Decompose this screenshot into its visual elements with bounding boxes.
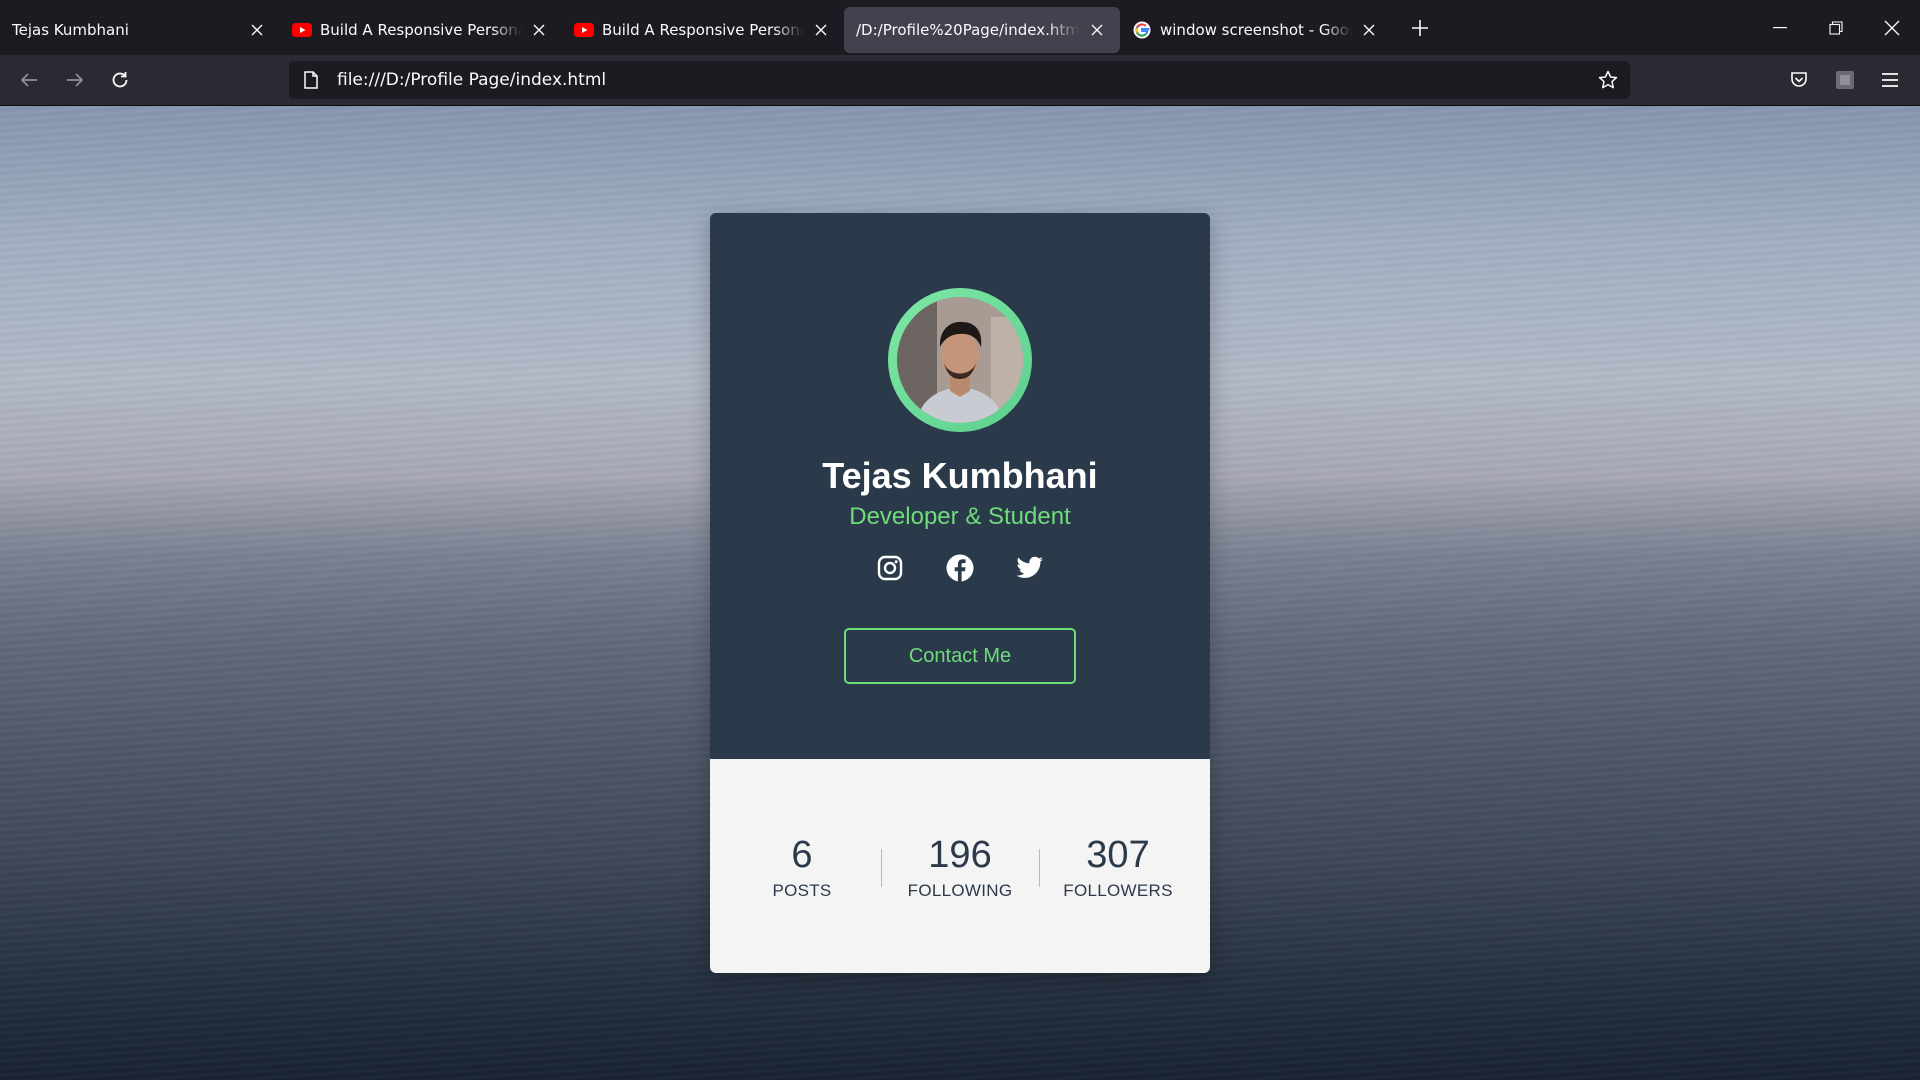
window-close-button[interactable]: [1864, 0, 1920, 55]
profile-role: Developer & Student: [849, 503, 1071, 530]
plus-icon: [1412, 19, 1428, 36]
instagram-icon[interactable]: [875, 553, 905, 583]
tab-title: /D:/Profile%20Page/index.html: [856, 20, 1080, 39]
minimize-icon: [1773, 26, 1787, 28]
close-icon[interactable]: [246, 19, 268, 41]
reload-button[interactable]: [102, 62, 138, 98]
social-links: [710, 553, 1210, 583]
extension-icon: [1836, 71, 1854, 89]
reload-icon: [112, 72, 128, 88]
stat-value: 6: [791, 834, 813, 876]
stat-label: FOLLOWING: [907, 881, 1013, 900]
stat-following: 196 FOLLOWING: [881, 833, 1039, 901]
profile-name: Tejas Kumbhani: [822, 455, 1098, 496]
tab-youtube-2[interactable]: Build A Responsive Personal Por: [562, 7, 844, 53]
tab-profile-page[interactable]: /D:/Profile%20Page/index.html: [844, 6, 1120, 53]
stat-followers: 307 FOLLOWERS: [1039, 833, 1197, 901]
tab-strip: Tejas Kumbhani Build A Responsive Person…: [0, 0, 1920, 55]
stat-value: 196: [928, 834, 992, 876]
tab-youtube-1[interactable]: Build A Responsive Personal Por: [280, 7, 562, 53]
twitter-icon[interactable]: [1015, 553, 1045, 583]
tab-google-search[interactable]: window screenshot - Google Se: [1120, 7, 1392, 53]
tab-title: Build A Responsive Personal Por: [320, 20, 522, 39]
url-text[interactable]: file:///D:/Profile Page/index.html: [337, 70, 606, 90]
close-icon: [1884, 20, 1900, 35]
address-bar[interactable]: file:///D:/Profile Page/index.html: [289, 61, 1630, 99]
pocket-button[interactable]: [1781, 62, 1817, 98]
google-icon: [1132, 20, 1152, 40]
avatar: [888, 288, 1032, 432]
profile-card-header: Tejas Kumbhani Developer & Student Conta…: [710, 213, 1210, 759]
profile-stats: 6 POSTS 196 FOLLOWING 307 FOLLOWERS: [723, 833, 1197, 901]
profile-stats-panel: 6 POSTS 196 FOLLOWING 307 FOLLOWERS: [710, 759, 1210, 973]
tab-title: Build A Responsive Personal Por: [602, 20, 804, 39]
page-viewport: Tejas Kumbhani Developer & Student Conta…: [0, 106, 1920, 1080]
arrow-left-icon: [20, 73, 37, 87]
restore-button[interactable]: [1808, 0, 1864, 55]
youtube-icon: [292, 20, 312, 40]
stat-value: 307: [1086, 834, 1150, 876]
close-icon[interactable]: [1358, 19, 1380, 41]
contact-me-button[interactable]: Contact Me: [844, 628, 1076, 684]
close-icon[interactable]: [528, 19, 550, 41]
tab-title: window screenshot - Google Se: [1160, 20, 1352, 39]
navigation-toolbar: file:///D:/Profile Page/index.html: [0, 55, 1920, 106]
restore-icon: [1829, 20, 1843, 35]
bookmark-star-icon[interactable]: [1598, 70, 1618, 90]
page-icon: [301, 70, 321, 90]
profile-card: Tejas Kumbhani Developer & Student Conta…: [710, 213, 1210, 973]
close-icon[interactable]: [810, 19, 832, 41]
profile-photo: [897, 297, 1023, 423]
tab-tejas-kumbhani[interactable]: Tejas Kumbhani: [0, 7, 280, 53]
extension-button[interactable]: [1827, 62, 1863, 98]
facebook-icon[interactable]: [945, 553, 975, 583]
back-button[interactable]: [11, 62, 47, 98]
stat-label: FOLLOWERS: [1063, 881, 1173, 900]
minimize-button[interactable]: [1752, 0, 1808, 55]
tab-title: Tejas Kumbhani: [12, 20, 129, 39]
forward-button[interactable]: [57, 62, 93, 98]
menu-button[interactable]: [1872, 62, 1908, 98]
pocket-icon: [1791, 72, 1807, 87]
arrow-right-icon: [67, 73, 84, 87]
youtube-icon: [574, 20, 594, 40]
stat-posts: 6 POSTS: [723, 833, 881, 901]
new-tab-button[interactable]: [1402, 10, 1438, 46]
stat-label: POSTS: [772, 881, 832, 900]
hamburger-menu-icon: [1882, 73, 1898, 87]
close-icon[interactable]: [1086, 19, 1108, 41]
